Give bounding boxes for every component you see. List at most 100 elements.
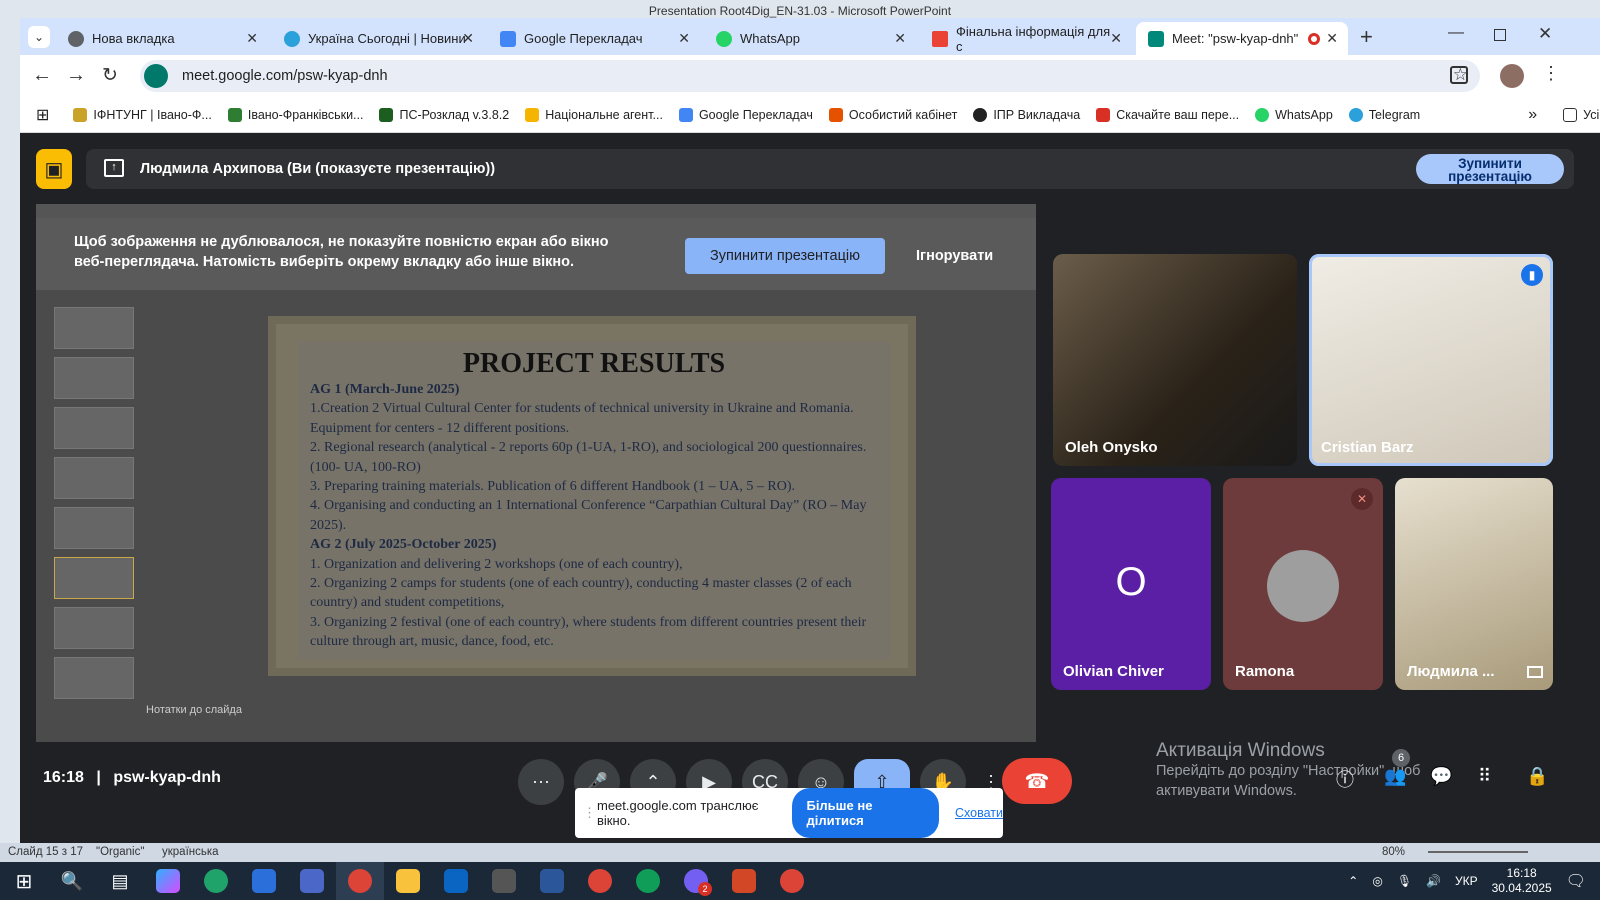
participant-tile-self[interactable]: Людмила ... (1395, 478, 1553, 690)
close-icon[interactable]: ✕ (1326, 30, 1338, 47)
hide-notification-link[interactable]: Сховати (955, 806, 1003, 820)
forward-button[interactable]: → (66, 64, 86, 87)
activation-body: Перейдіть до розділу "Настройки", щоб ак… (1156, 763, 1421, 799)
warning-stop-button[interactable]: Зупинити презентацію (685, 238, 885, 274)
gmail-icon (932, 30, 948, 47)
search-icon[interactable]: 🔍 (48, 862, 96, 900)
stop-sharing-button[interactable]: Більше не ділитися (792, 788, 940, 838)
close-window-button[interactable]: ✕ (1538, 24, 1552, 44)
more-options-button[interactable]: ⋯ (518, 759, 564, 805)
outlook-icon[interactable] (432, 862, 480, 900)
participant-tile[interactable]: O Olivian Chiver (1051, 478, 1211, 690)
all-bookmarks[interactable]: Усі закладки (1563, 107, 1600, 122)
volume-icon[interactable]: 🔊 (1426, 874, 1441, 888)
tab-new-tab[interactable]: Нова вкладка ✕ (56, 22, 268, 55)
start-button[interactable]: ⊞ (0, 862, 48, 900)
chat-icon[interactable]: 💬 (1430, 766, 1452, 787)
bookmark-label: ІПР Викладача (993, 107, 1081, 122)
slide-thumbnail[interactable] (54, 457, 134, 499)
camera-tray-icon[interactable]: ◎ (1372, 874, 1382, 888)
bookmark-personal-cabinet[interactable]: Особистий кабінет (828, 107, 957, 122)
slide-thumbnail[interactable] (54, 357, 134, 399)
info-icon[interactable]: ⓘ (1336, 766, 1354, 792)
slide-thumbnail[interactable] (54, 307, 134, 349)
bookmark-ivano-frankivsk[interactable]: Івано-Франківськи... (227, 107, 363, 122)
chrome-profile-icon[interactable] (576, 862, 624, 900)
tab-ukraine-today[interactable]: Україна Сьогодні | Новини ✕ (272, 22, 484, 55)
calculator-icon[interactable] (480, 862, 528, 900)
store-icon[interactable] (240, 862, 288, 900)
task-view-icon[interactable]: ▤ (96, 862, 144, 900)
word-icon[interactable] (528, 862, 576, 900)
menu-icon[interactable]: ⋮ (1542, 63, 1560, 84)
bookmark-label: ІФНТУНГ | Івано-Ф... (93, 107, 212, 122)
close-icon[interactable]: ✕ (462, 30, 474, 47)
site-info-icon[interactable] (144, 64, 168, 88)
slide-thumbnail[interactable] (54, 607, 134, 649)
maximize-button[interactable] (1494, 29, 1506, 41)
host-controls-icon[interactable]: 🔒 (1526, 766, 1548, 787)
participant-tile-speaking[interactable]: ▮ Cristian Barz (1309, 254, 1553, 466)
apps-icon[interactable]: ⊞ (36, 105, 49, 125)
chrome-profile-icon[interactable] (624, 862, 672, 900)
activation-title: Активація Windows (1156, 740, 1325, 761)
viber-icon[interactable]: 2 (672, 862, 720, 900)
pip-icon[interactable] (1527, 666, 1543, 678)
bookmark-telegram[interactable]: Telegram (1348, 107, 1420, 122)
zoom-slider[interactable] (1428, 851, 1528, 853)
more-bookmarks-icon[interactable]: » (1528, 106, 1537, 124)
copilot-icon[interactable] (144, 862, 192, 900)
participant-tile[interactable]: ✕ Ramona (1223, 478, 1383, 690)
slide-thumbnail[interactable] (54, 407, 134, 449)
close-icon[interactable]: ✕ (894, 30, 906, 47)
avatar[interactable] (1500, 64, 1524, 88)
input-language[interactable]: УКР (1455, 874, 1478, 888)
slide-thumbnail[interactable] (54, 507, 134, 549)
tab-google-translate[interactable]: Google Перекладач ✕ (488, 22, 700, 55)
bookmark-google-translate[interactable]: Google Перекладач (678, 107, 813, 122)
save-app-icon[interactable] (288, 862, 336, 900)
people-icon[interactable]: 👥 (1384, 766, 1406, 787)
bookmark-schedule[interactable]: ПС-Розклад v.3.8.2 (379, 107, 509, 122)
bookmark-icon (973, 107, 988, 122)
slide-thumbnail[interactable] (54, 657, 134, 699)
reload-button[interactable]: ↻ (102, 64, 118, 87)
stop-presenting-button[interactable]: Зупинити презентацію (1416, 154, 1564, 184)
mic-tray-icon[interactable]: 🎙 (1397, 874, 1412, 888)
tab-gmail[interactable]: Фінальна інформація для с ✕ (920, 22, 1132, 55)
bookmark-icon (1096, 107, 1111, 122)
notification-center-icon[interactable]: 🗨 (1566, 871, 1586, 891)
chrome-profile-icon[interactable] (768, 862, 816, 900)
new-tab-button[interactable]: + (1360, 24, 1373, 50)
address-bar[interactable]: meet.google.com/psw-kyap-dnh ☆ (140, 60, 1480, 92)
activities-icon[interactable]: ⠿ (1478, 766, 1491, 787)
bookmark-ipr[interactable]: ІПР Викладача (973, 107, 1081, 122)
slide-line: AG 2 (July 2025-October 2025) (310, 537, 497, 553)
bookmark-national-agency[interactable]: Національне агент... (525, 107, 663, 122)
end-call-button[interactable]: ☎ (1002, 758, 1072, 804)
file-explorer-icon[interactable] (384, 862, 432, 900)
back-button[interactable]: ← (32, 64, 52, 87)
extensions-icon[interactable] (1450, 66, 1468, 84)
close-icon[interactable]: ✕ (1110, 30, 1122, 47)
participant-name: Oleh Onysko (1065, 439, 1158, 456)
close-icon[interactable]: ✕ (246, 30, 258, 47)
clock[interactable]: 16:18 30.04.2025 (1492, 866, 1552, 896)
browser-toolbar: ← → ↻ meet.google.com/psw-kyap-dnh ☆ ⋮ (20, 55, 1600, 97)
minimize-button[interactable]: — (1448, 24, 1464, 42)
participant-tile[interactable]: Oleh Onysko (1053, 254, 1297, 466)
chevron-up-icon[interactable]: ⌃ (1348, 874, 1358, 888)
chrome-icon[interactable] (336, 862, 384, 900)
bookmark-ifntung[interactable]: ІФНТУНГ | Івано-Ф... (73, 107, 212, 122)
close-icon[interactable]: ✕ (678, 30, 690, 47)
slide-thumbnail-active[interactable] (54, 557, 134, 599)
tab-whatsapp[interactable]: WhatsApp ✕ (704, 22, 916, 55)
bookmark-download[interactable]: Скачайте ваш пере... (1096, 107, 1239, 122)
drag-handle-icon[interactable]: ⋮ (583, 805, 596, 821)
bookmark-whatsapp[interactable]: WhatsApp (1255, 107, 1333, 122)
powerpoint-icon[interactable] (720, 862, 768, 900)
tab-search-button[interactable]: ⌄ (28, 26, 50, 48)
edge-icon[interactable] (192, 862, 240, 900)
tab-meet[interactable]: Meet: "psw-kyap-dnh" ✕ (1136, 22, 1348, 55)
warning-ignore-button[interactable]: Ігнорувати (916, 248, 993, 264)
